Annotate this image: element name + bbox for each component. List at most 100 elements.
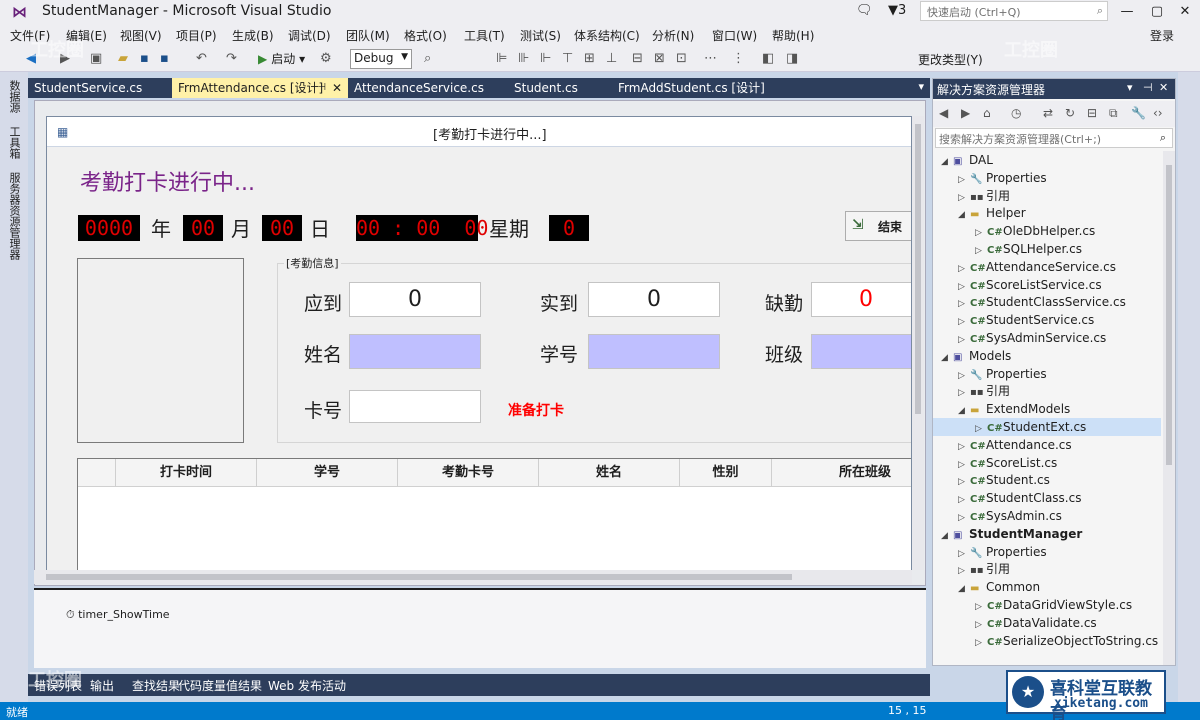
should-attend-box[interactable]: 0 bbox=[349, 282, 481, 317]
send-to-back-icon[interactable]: ◨ bbox=[786, 51, 798, 66]
forward-icon[interactable]: ▶ bbox=[961, 106, 970, 120]
menu-view[interactable]: 视图(V) bbox=[120, 27, 162, 44]
feedback-icon[interactable]: 🗨 bbox=[856, 3, 873, 18]
solution-search-input[interactable]: 搜索解决方案资源管理器(Ctrl+;) ⌕ bbox=[935, 128, 1173, 148]
attendance-heading[interactable]: 考勤打卡进行中... bbox=[80, 165, 255, 197]
save-all-icon[interactable]: ▪ bbox=[160, 51, 169, 66]
history-icon[interactable]: ◷ bbox=[1011, 106, 1021, 120]
sync-icon[interactable]: ⇄ bbox=[1043, 106, 1053, 120]
make-same-width-icon[interactable]: ⊟ bbox=[632, 51, 643, 66]
scroll-thumb[interactable] bbox=[915, 124, 921, 414]
tree-node[interactable]: ◢ ▬ Common bbox=[933, 578, 1161, 596]
quick-launch-input[interactable]: 快速启动 (Ctrl+Q) ⌕ bbox=[920, 1, 1108, 21]
tree-node[interactable]: ◢ ▬ ExtendModels bbox=[933, 400, 1161, 418]
tree-node[interactable]: ▷ C#SQLHelper.cs bbox=[933, 240, 1161, 258]
menu-build[interactable]: 生成(B) bbox=[232, 27, 274, 44]
align-center-icon[interactable]: ⊪ bbox=[518, 51, 529, 66]
tree-node[interactable]: ▷ ▪▪ 引用 bbox=[933, 382, 1161, 400]
menu-tools[interactable]: 工具(T) bbox=[464, 27, 505, 44]
scroll-thumb[interactable] bbox=[1166, 165, 1172, 465]
align-left-icon[interactable]: ⊫ bbox=[496, 51, 507, 66]
tree-node[interactable]: ▷ C#SysAdminService.cs bbox=[933, 329, 1161, 347]
student-id-box[interactable] bbox=[588, 334, 720, 369]
menu-architecture[interactable]: 体系结构(C) bbox=[574, 27, 640, 44]
tab-frmaddstudent-design[interactable]: FrmAddStudent.cs [设计] bbox=[612, 78, 798, 98]
tree-node[interactable]: ▷ C#StudentExt.cs bbox=[933, 418, 1161, 436]
solution-configuration-select[interactable]: Debug ▼ bbox=[350, 49, 412, 69]
grid-col-gender[interactable]: 性别 bbox=[680, 459, 772, 487]
tree-node[interactable]: ▷ C#Attendance.cs bbox=[933, 436, 1161, 454]
card-number-input[interactable] bbox=[349, 390, 481, 423]
tab-studentservice[interactable]: StudentService.cs bbox=[28, 78, 172, 98]
new-project-icon[interactable]: ▣ bbox=[90, 51, 102, 66]
redo-icon[interactable]: ↷ bbox=[226, 51, 237, 66]
menu-analyze[interactable]: 分析(N) bbox=[652, 27, 694, 44]
solution-vertical-scrollbar[interactable] bbox=[1163, 151, 1175, 665]
menu-help[interactable]: 帮助(H) bbox=[772, 27, 814, 44]
menu-team[interactable]: 团队(M) bbox=[346, 27, 390, 44]
menu-format[interactable]: 格式(O) bbox=[404, 27, 447, 44]
tree-node[interactable]: ▷ C#ScoreList.cs bbox=[933, 454, 1161, 472]
show-all-files-icon[interactable]: ⧉ bbox=[1109, 106, 1118, 121]
tree-node[interactable]: ▷ 🔧 Properties bbox=[933, 365, 1161, 383]
tree-node[interactable]: ▷ C#Student.cs bbox=[933, 471, 1161, 489]
tree-node[interactable]: ▷ C#DataGridViewStyle.cs bbox=[933, 596, 1161, 614]
tab-student[interactable]: Student.cs bbox=[508, 78, 610, 98]
scroll-thumb[interactable] bbox=[46, 574, 792, 580]
tab-find-results[interactable]: 查找结果 bbox=[132, 677, 180, 694]
minimize-button[interactable]: — bbox=[1112, 0, 1142, 24]
tab-web-publish[interactable]: Web 发布活动 bbox=[268, 677, 346, 694]
day-unit-label[interactable]: 日 bbox=[310, 213, 330, 242]
view-code-icon[interactable]: ‹› bbox=[1153, 106, 1163, 120]
align-bottom-icon[interactable]: ⊥ bbox=[606, 51, 617, 66]
menu-window[interactable]: 窗口(W) bbox=[712, 27, 757, 44]
designer-horizontal-scrollbar[interactable] bbox=[34, 570, 912, 584]
timer-component[interactable]: ⏱ timer_ShowTime bbox=[66, 608, 170, 622]
refresh-icon[interactable]: ↻ bbox=[1065, 106, 1075, 120]
year-unit-label[interactable]: 年 bbox=[151, 213, 171, 242]
menu-debug[interactable]: 调试(D) bbox=[288, 27, 331, 44]
class-box[interactable] bbox=[811, 334, 911, 369]
tree-node[interactable]: ▷ C#OleDbHelper.cs bbox=[933, 222, 1161, 240]
tree-node[interactable]: ▷ C#StudentClassService.cs bbox=[933, 293, 1161, 311]
horizontal-spacing-icon[interactable]: ⋯ bbox=[704, 51, 717, 66]
close-tab-icon[interactable]: ✕ bbox=[332, 78, 342, 98]
menu-project[interactable]: 项目(P) bbox=[176, 27, 217, 44]
pin-icon[interactable]: ⊣ bbox=[1143, 81, 1153, 94]
make-same-size-icon[interactable]: ⊡ bbox=[676, 51, 687, 66]
tree-node[interactable]: ▷ C#SerializeObjectToString.cs bbox=[933, 632, 1161, 650]
tree-node[interactable]: ▷ C#DataValidate.cs bbox=[933, 614, 1161, 632]
absent-box[interactable]: 0 bbox=[811, 282, 911, 317]
make-same-height-icon[interactable]: ⊠ bbox=[654, 51, 665, 66]
tree-node[interactable]: ▷ C#SysAdmin.cs bbox=[933, 507, 1161, 525]
tab-frmattendance-design[interactable]: FrmAttendance.cs [设计] ⊣ ✕ bbox=[172, 78, 348, 98]
align-right-icon[interactable]: ⊩ bbox=[540, 51, 551, 66]
grid-col-card-number[interactable]: 考勤卡号 bbox=[398, 459, 539, 487]
open-file-icon[interactable]: ▰ bbox=[118, 51, 128, 66]
notification-icon[interactable]: ▼3 bbox=[888, 3, 906, 18]
toolbox-tab[interactable]: 工具箱 bbox=[8, 126, 22, 159]
designer-vertical-scrollbar[interactable] bbox=[912, 116, 924, 570]
tree-node[interactable]: ◢ ▣ Models bbox=[933, 347, 1161, 365]
start-debugging-button[interactable]: ▶ 启动 ▾ bbox=[258, 50, 305, 67]
weekday-label[interactable]: 星期 bbox=[489, 213, 529, 242]
end-button[interactable]: ⇲ 结束 bbox=[845, 211, 911, 241]
attendance-grid[interactable]: 打卡时间 学号 考勤卡号 姓名 性别 所在班级 bbox=[77, 458, 911, 573]
tree-node[interactable]: ▷ 🔧 Properties bbox=[933, 169, 1161, 187]
tree-node[interactable]: ▷ ▪▪ 引用 bbox=[933, 187, 1161, 205]
data-sources-tab[interactable]: 数据源 bbox=[8, 80, 22, 113]
close-icon[interactable]: ✕ bbox=[1159, 81, 1168, 94]
align-top-icon[interactable]: ⊤ bbox=[562, 51, 573, 66]
undo-icon[interactable]: ↶ bbox=[196, 51, 207, 66]
collapsed-arrow-icon[interactable]: ▷ bbox=[975, 634, 987, 652]
tree-node[interactable]: ▷ C#StudentService.cs bbox=[933, 311, 1161, 329]
attach-icon[interactable]: ⚙ bbox=[320, 51, 332, 66]
menu-test[interactable]: 测试(S) bbox=[520, 27, 561, 44]
tree-node[interactable]: ▷ C#AttendanceService.cs bbox=[933, 258, 1161, 276]
tree-node[interactable]: ▷ 🔧 Properties bbox=[933, 543, 1161, 561]
home-icon[interactable]: ⌂ bbox=[983, 106, 991, 120]
close-button[interactable]: ✕ bbox=[1170, 0, 1200, 24]
change-type-button[interactable]: 更改类型(Y) bbox=[918, 51, 983, 68]
bring-to-front-icon[interactable]: ◧ bbox=[762, 51, 774, 66]
collapse-all-icon[interactable]: ⊟ bbox=[1087, 106, 1097, 120]
